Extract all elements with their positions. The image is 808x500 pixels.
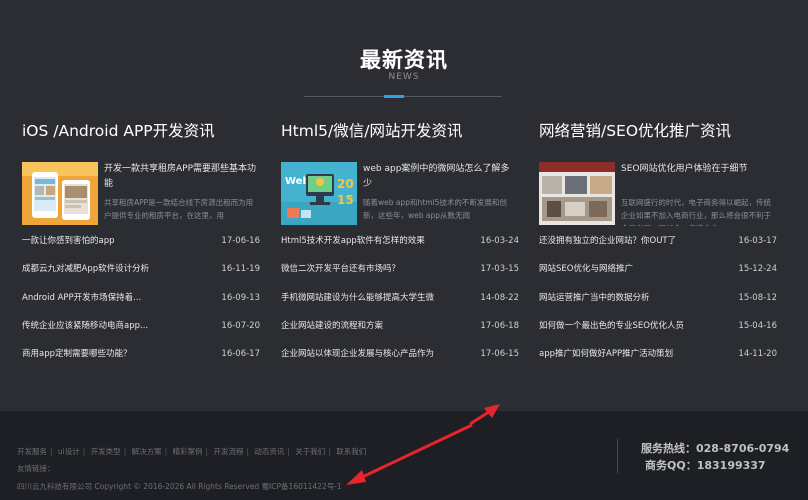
list-item[interactable]: Android APP开发市场保持着... 16-09-13 (22, 289, 260, 317)
list-item-date: 14-08-22 (480, 292, 519, 303)
featured-desc: 互联网盛行的时代，电子商务得以崛起，传统企业如果不加入电商行业，那么将会很不利于… (621, 198, 771, 226)
list-item-date: 17-06-18 (480, 320, 519, 331)
web-2015-thumbnail-icon[interactable]: Web 20 15 (281, 162, 357, 225)
copyright: 四川云九科技有限公司 Copyright © 2016-2026 All Rig… (17, 482, 342, 491)
featured-title[interactable]: SEO网站优化用户体验在于细节 (621, 162, 773, 177)
friend-links-label: 友情链接： (17, 464, 55, 473)
featured-article[interactable]: 开发一款共享租房APP需要那些基本功能 共享租房APP是一款结合线下房源出租而为… (22, 162, 258, 226)
column-title[interactable]: iOS /Android APP开发资讯 (22, 118, 258, 144)
footer-link[interactable]: 开发服务 (17, 446, 47, 457)
list-item-date: 16-03-24 (480, 236, 519, 246)
footer-link[interactable]: 开发类型 (91, 446, 121, 457)
footer-separator: | (50, 447, 53, 456)
list-item-title[interactable]: 一款让你感到害怕的app (22, 232, 204, 250)
list-item-date: 17-03-15 (480, 264, 519, 275)
list-item-title[interactable]: 网站运营推广当中的数据分析 (539, 289, 721, 307)
footer-separator: | (246, 447, 249, 456)
list-item[interactable]: 如何做一个最出色的专业SEO优化人员 15-04-16 (539, 317, 777, 345)
footer-separator: | (123, 447, 127, 456)
list-item-title[interactable]: 企业网站以体现企业发展与核心产品作为 (281, 345, 463, 363)
list-item-date: 16-03-17 (738, 236, 777, 246)
footer-separator: | (328, 447, 331, 456)
list-item-title[interactable]: 微信二次开发平台还有市场吗？ (281, 260, 463, 278)
list-item[interactable]: 网站SEO优化与网络推广 15-12-24 (539, 260, 777, 288)
list-item[interactable]: 网站运营推广当中的数据分析 15-08-12 (539, 289, 777, 317)
section-title: 最新资讯 (360, 48, 448, 72)
featured-title[interactable]: web app案例中的微网站怎么了解多少 (363, 162, 515, 192)
featured-desc: 共享租房APP是一款结合线下房源出租而为用户提供专业的租房平台，在这里，用 (104, 198, 254, 220)
svg-text:15: 15 (337, 193, 354, 207)
footer-link[interactable]: 动态资讯 (254, 446, 284, 457)
list-item[interactable]: 一款让你感到害怕的app 17-06-16 (22, 232, 260, 260)
list-item-title[interactable]: 还没拥有独立的企业网站？你OUT了 (539, 232, 721, 250)
svg-text:20: 20 (337, 177, 354, 191)
column-title[interactable]: 网络营销/SEO优化推广资讯 (539, 118, 775, 144)
list-item-title[interactable]: Html5技术开发app软件有怎样的效果 (281, 232, 463, 250)
list-item-title[interactable]: 如何做一个最出色的专业SEO优化人员 (539, 317, 721, 335)
list-item-title[interactable]: 传统企业应该紧随移动电商app... (22, 317, 204, 335)
business-qq: 商务QQ：183199337 (645, 459, 766, 472)
list-item[interactable]: Html5技术开发app软件有怎样的效果 16-03-24 (281, 232, 519, 260)
list-item-date: 15-08-12 (738, 292, 777, 303)
svg-text:Web: Web (285, 176, 310, 187)
list-item-title[interactable]: 手机微网站建设为什么能够提高大学生微 (281, 289, 463, 307)
footer-link[interactable]: 联系我们 (336, 446, 366, 457)
list-item-title[interactable]: app推广如何做好APP推广活动策划 (539, 345, 721, 363)
list-item[interactable]: 传统企业应该紧随移动电商app... 16-07-20 (22, 317, 260, 345)
list-item-date: 16-09-13 (221, 292, 260, 303)
featured-desc: 随着web app和html5技术的不断发展和创新，这些年，web app从数无… (363, 198, 507, 220)
news-list: 一款让你感到害怕的app 17-06-16 成都云九对减肥App软件设计分析 16-… (22, 232, 260, 373)
list-item-date: 15-12-24 (738, 264, 777, 275)
news-list: Html5技术开发app软件有怎样的效果 16-03-24 微信二次开发平台还有市… (281, 232, 519, 373)
list-item-date: 16-07-20 (221, 320, 260, 331)
featured-article[interactable]: SEO网站优化用户体验在于细节 互联网盛行的时代，电子商务得以崛起，传统企业如果… (539, 162, 775, 226)
list-item-date: 16-11-19 (221, 264, 260, 275)
footer-separator: | (82, 447, 86, 456)
list-item[interactable]: 微信二次开发平台还有市场吗？ 17-03-15 (281, 260, 519, 288)
title-divider-accent (384, 95, 404, 98)
news-column-html5: Html5/微信/网站开发资讯 Web 20 15 web app案例中的微网站… (281, 118, 519, 373)
list-item[interactable]: 还没拥有独立的企业网站？你OUT了 16-03-17 (539, 232, 777, 260)
list-item-title[interactable]: 企业网站建设的流程和方案 (281, 317, 463, 335)
footer-separator: | (164, 447, 168, 456)
news-section: 最新资讯 NEWS iOS /Android APP开发资讯 开发一款共享租房A… (0, 0, 808, 411)
list-item-title[interactable]: 成都云九对减肥App软件设计分析 (22, 260, 204, 278)
list-item-date: 17-06-15 (480, 349, 519, 360)
list-item-date: 14-11-20 (738, 349, 777, 360)
news-column-app: iOS /Android APP开发资讯 开发一款共享租房APP需要那些基本功能… (22, 118, 260, 373)
footer-separator: | (205, 447, 209, 456)
list-item[interactable]: 企业网站以体现企业发展与核心产品作为 17-06-15 (281, 345, 519, 373)
list-item[interactable]: app推广如何做好APP推广活动策划 14-11-20 (539, 345, 777, 373)
list-item[interactable]: 企业网站建设的流程和方案 17-06-18 (281, 317, 519, 345)
footer-link[interactable]: 精彩案例 (173, 446, 203, 457)
section-subtitle: NEWS (388, 72, 420, 82)
footer-link[interactable]: 关于我们 (295, 446, 325, 457)
news-list: 还没拥有独立的企业网站？你OUT了 16-03-17 网站SEO优化与网络推广 15… (539, 232, 777, 373)
list-item[interactable]: 成都云九对减肥App软件设计分析 16-11-19 (22, 260, 260, 288)
phone-app-thumbnail-icon[interactable] (22, 162, 98, 225)
list-item-date: 16-06-17 (221, 349, 260, 360)
list-item-date: 17-06-16 (221, 236, 260, 246)
list-item[interactable]: 手机微网站建设为什么能够提高大学生微 14-08-22 (281, 289, 519, 317)
list-item-title[interactable]: 网站SEO优化与网络推广 (539, 260, 721, 278)
list-item[interactable]: 商用app定制需要哪些功能？ 16-06-17 (22, 345, 260, 373)
footer-nav: 开发服务 | ui设计 | 开发类型 | 解决方案 | 精彩案例 | 开发流程 | 动态资讯… (17, 446, 366, 457)
featured-article[interactable]: Web 20 15 web app案例中的微网站怎么了解多少 随着web app… (281, 162, 517, 226)
footer-divider (617, 439, 618, 473)
footer-link[interactable]: 解决方案 (132, 446, 162, 457)
featured-title[interactable]: 开发一款共享租房APP需要那些基本功能 (104, 162, 256, 192)
seo-office-thumbnail-icon[interactable] (539, 162, 615, 225)
footer-link[interactable]: 开发流程 (213, 446, 243, 457)
list-item-title[interactable]: 商用app定制需要哪些功能？ (22, 345, 204, 363)
footer-link[interactable]: ui设计 (58, 446, 80, 457)
list-item-date: 15-04-16 (738, 320, 777, 331)
column-title[interactable]: Html5/微信/网站开发资讯 (281, 118, 517, 144)
footer-separator: | (287, 447, 290, 456)
list-item-title[interactable]: Android APP开发市场保持着... (22, 289, 204, 307)
service-hotline: 服务热线：028-8706-0794 (641, 442, 790, 455)
news-column-seo: 网络营销/SEO优化推广资讯 SEO网站优化用户体验在于细节 互联网盛行的时代，… (539, 118, 777, 373)
